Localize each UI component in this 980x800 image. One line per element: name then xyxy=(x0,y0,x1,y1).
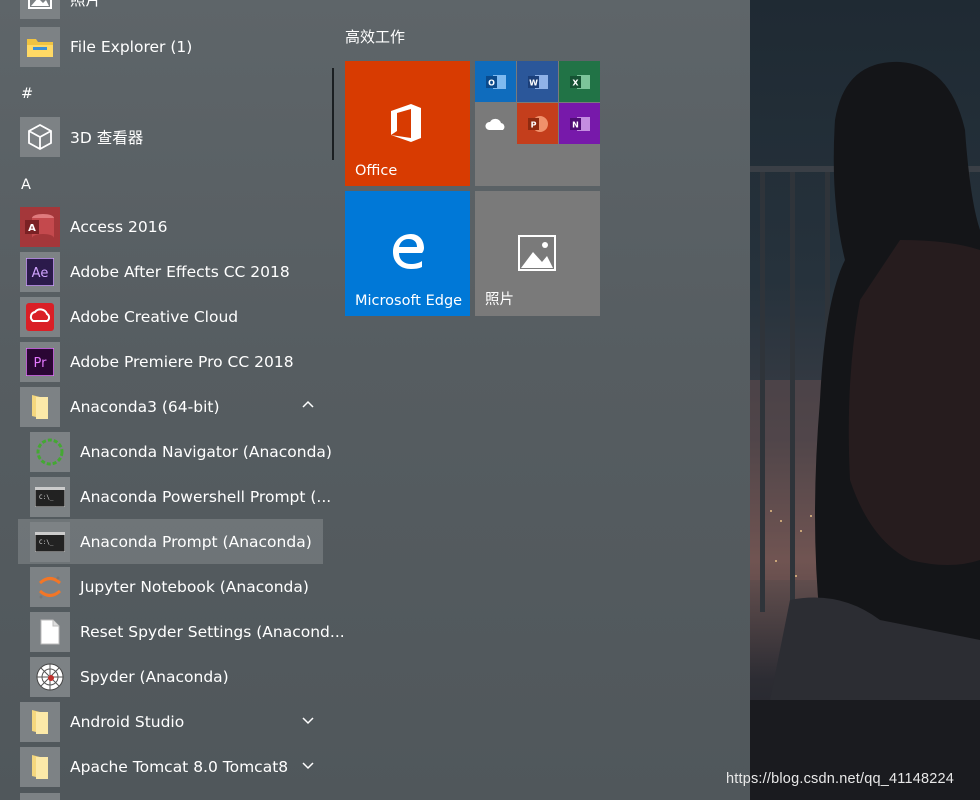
folder-android-studio[interactable]: Android Studio xyxy=(20,701,323,743)
tile-microsoft-edge[interactable]: Microsoft Edge xyxy=(345,191,470,316)
app-3d-viewer[interactable]: 3D 查看器 xyxy=(20,116,143,158)
app-label: 照片 xyxy=(70,0,102,9)
desktop-wallpaper xyxy=(750,0,980,800)
app-label: Anaconda3 (64-bit) xyxy=(70,398,220,416)
photos-icon xyxy=(518,235,556,271)
app-label: Adobe Creative Cloud xyxy=(70,308,239,326)
terminal-icon: C:\_ xyxy=(30,477,70,517)
access-icon: A xyxy=(20,207,60,247)
chevron-down-icon[interactable] xyxy=(301,713,315,727)
app-jupyter[interactable]: Jupyter Notebook (Anaconda) xyxy=(30,566,309,608)
app-anaconda-powershell[interactable]: C:\_ Anaconda Powershell Prompt (... xyxy=(30,476,331,518)
app-label: Access 2016 xyxy=(70,218,168,236)
app-label: Spyder (Anaconda) xyxy=(80,668,229,686)
app-creative-cloud[interactable]: Adobe Creative Cloud xyxy=(20,296,238,338)
svg-text:O: O xyxy=(488,78,495,87)
app-label: File Explorer (1) xyxy=(70,38,193,56)
folder-icon xyxy=(20,702,60,742)
folder-apache-tomcat[interactable]: Apache Tomcat 8.0 Tomcat8 xyxy=(20,746,323,788)
app-spyder[interactable]: Spyder (Anaconda) xyxy=(30,656,229,698)
app-premiere[interactable]: Pr Adobe Premiere Pro CC 2018 xyxy=(20,341,294,383)
app-partial-bottom[interactable] xyxy=(20,792,60,800)
excel-icon[interactable]: X xyxy=(559,61,600,102)
app-photos-partial[interactable]: 照片 xyxy=(20,0,101,20)
app-label: Adobe Premiere Pro CC 2018 xyxy=(70,353,294,371)
folder-anaconda[interactable]: Anaconda3 (64-bit) xyxy=(20,386,323,428)
svg-text:P: P xyxy=(530,120,536,129)
app-after-effects[interactable]: Ae Adobe After Effects CC 2018 xyxy=(20,251,290,293)
app-label: Reset Spyder Settings (Anacond... xyxy=(80,623,345,641)
app-reset-spyder[interactable]: Reset Spyder Settings (Anacond... xyxy=(30,611,345,653)
tile-label: 照片 xyxy=(485,292,514,308)
spyder-icon xyxy=(30,657,70,697)
photos-icon xyxy=(20,0,60,19)
app-label: Adobe After Effects CC 2018 xyxy=(70,263,290,281)
start-menu: 照片 File Explorer (1) # 3D 查看器 A A Access… xyxy=(0,0,750,800)
jupyter-icon xyxy=(30,567,70,607)
tile-label: Microsoft Edge xyxy=(355,293,463,309)
app-icon xyxy=(20,793,60,800)
svg-text:A: A xyxy=(28,223,36,234)
scrollbar[interactable] xyxy=(332,68,334,160)
section-header-a[interactable]: A xyxy=(21,177,31,193)
app-file-explorer[interactable]: File Explorer (1) xyxy=(20,26,192,68)
word-icon[interactable]: W xyxy=(517,61,558,102)
powerpoint-icon[interactable]: P xyxy=(517,103,558,144)
tile-office-apps-folder[interactable]: O W X P N xyxy=(475,61,600,186)
after-effects-icon: Ae xyxy=(20,252,60,292)
section-header-hash[interactable]: # xyxy=(21,86,33,102)
svg-text:Ae: Ae xyxy=(32,266,49,281)
svg-text:X: X xyxy=(572,78,579,87)
app-label: Anaconda Powershell Prompt (... xyxy=(80,488,332,506)
app-label: Apache Tomcat 8.0 Tomcat8 xyxy=(70,758,289,776)
app-label: Jupyter Notebook (Anaconda) xyxy=(80,578,309,596)
chevron-up-icon[interactable] xyxy=(301,398,315,412)
office-icon xyxy=(391,104,421,142)
watermark: https://blog.csdn.net/qq_41148224 xyxy=(726,771,955,787)
wallpaper-illustration xyxy=(750,61,980,800)
tile-group-title[interactable]: 高效工作 xyxy=(345,26,405,47)
file-icon xyxy=(30,612,70,652)
app-label: Android Studio xyxy=(70,713,185,731)
tile-office[interactable]: Office xyxy=(345,61,470,186)
folder-icon xyxy=(20,387,60,427)
svg-text:C:\_: C:\_ xyxy=(39,539,54,546)
folder-icon xyxy=(20,27,60,67)
svg-text:N: N xyxy=(572,120,579,129)
folder-icon xyxy=(20,747,60,787)
svg-text:C:\_: C:\_ xyxy=(39,494,54,501)
onedrive-icon[interactable] xyxy=(475,103,516,144)
app-label: Anaconda Navigator (Anaconda) xyxy=(80,443,332,461)
creative-cloud-icon xyxy=(20,297,60,337)
chevron-down-icon[interactable] xyxy=(301,758,315,772)
outlook-icon[interactable]: O xyxy=(475,61,516,102)
cube-icon xyxy=(20,117,60,157)
onenote-icon[interactable]: N xyxy=(559,103,600,144)
tile-label: Office xyxy=(355,163,398,179)
app-access[interactable]: A Access 2016 xyxy=(20,206,167,248)
svg-text:W: W xyxy=(529,78,538,87)
edge-icon xyxy=(393,234,424,269)
premiere-icon: Pr xyxy=(20,342,60,382)
terminal-icon: C:\_ xyxy=(30,521,70,562)
tile-photos[interactable]: 照片 xyxy=(475,191,600,316)
app-anaconda-prompt[interactable]: C:\_ Anaconda Prompt (Anaconda) xyxy=(18,519,323,564)
app-label: 3D 查看器 xyxy=(70,129,144,147)
app-anaconda-navigator[interactable]: Anaconda Navigator (Anaconda) xyxy=(30,431,332,473)
svg-text:Pr: Pr xyxy=(34,356,48,371)
anaconda-navigator-icon xyxy=(30,432,70,472)
app-label: Anaconda Prompt (Anaconda) xyxy=(80,532,312,551)
